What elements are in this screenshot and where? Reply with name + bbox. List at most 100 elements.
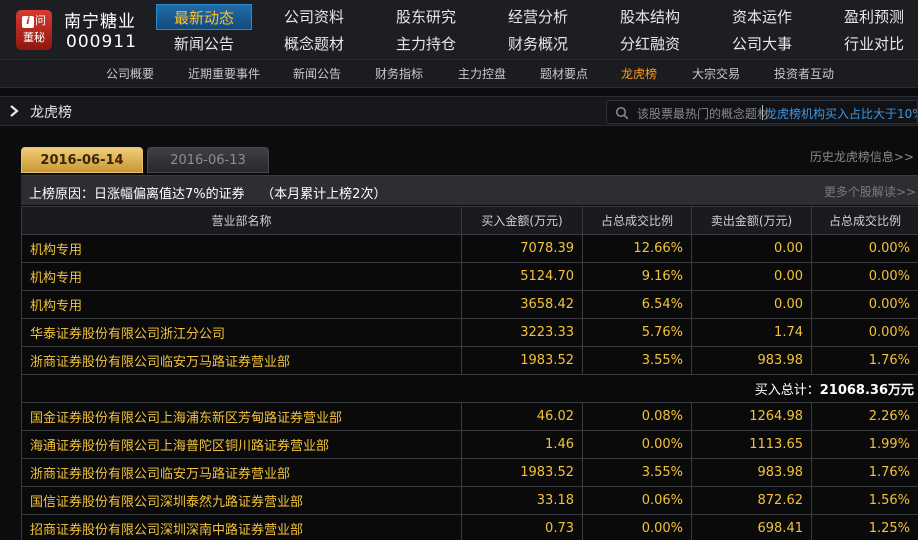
cell-branch[interactable]: 浙商证券股份有限公司临安万马路证券营业部 [21,458,462,487]
dragon-tiger-table: 营业部名称 买入金额(万元) 占总成交比例 卖出金额(万元) 占总成交比例 机构… [21,206,918,540]
cell-sell-amount: 1264.98 [691,402,812,431]
stock-code: 000911 [66,32,137,52]
col-header-buy-ratio: 占总成交比例 [582,206,692,235]
cell-buy-amount: 33.18 [461,486,583,515]
table-header-row: 营业部名称 买入金额(万元) 占总成交比例 卖出金额(万元) 占总成交比例 [21,206,918,235]
nav-business-analysis[interactable]: 经营分析 [490,4,586,30]
tab-date-2016-06-14[interactable]: 2016-06-14 [21,147,143,173]
nav-shareholder-research[interactable]: 股东研究 [378,4,474,30]
nav-main-holdings[interactable]: 主力持仓 [378,31,474,57]
nav-latest-news[interactable]: 最新动态 [156,4,252,30]
nav-profit-forecast[interactable]: 盈利预测 [826,4,918,30]
table-row[interactable]: 机构专用 7078.39 12.66% 0.00 0.00% [21,234,918,263]
cell-sell-amount: 698.41 [691,514,812,540]
cell-sell-amount: 0.00 [691,290,812,319]
logo-line1: i问 [16,12,52,30]
nav-concepts[interactable]: 概念题材 [266,31,362,57]
history-dragon-tiger-link[interactable]: 历史龙虎榜信息>> [810,148,914,165]
cell-branch[interactable]: 海通证券股份有限公司上海普陀区铜川路证券营业部 [21,430,462,459]
app-root: i问 董秘 南宁糖业 000911 最新动态 公司资料 股东研究 经营分析 股本… [0,0,918,540]
nav-dividend-financing[interactable]: 分红融资 [602,31,698,57]
cell-sell-ratio: 1.25% [811,514,918,540]
cell-sell-amount: 983.98 [691,346,812,375]
nav-capital-operation[interactable]: 资本运作 [714,4,810,30]
nav-announcements[interactable]: 新闻公告 [156,31,252,57]
info-icon: i [22,16,34,28]
cell-branch[interactable]: 国信证券股份有限公司深圳泰然九路证券营业部 [21,486,462,515]
table-row[interactable]: 浙商证券股份有限公司临安万马路证券营业部 1983.52 3.55% 983.9… [21,458,918,487]
section-header: 龙虎榜 该股票最热门的概念题材 龙虎榜机构买入占比大于10% [0,96,918,126]
search-suggestion[interactable]: 龙虎榜机构买入占比大于10% [765,105,917,122]
more-stock-analysis-link[interactable]: 更多个股解读>> [824,183,916,200]
cell-sell-ratio: 2.26% [811,402,918,431]
cell-sell-amount: 872.62 [691,486,812,515]
subnav-investor-interaction[interactable]: 投资者互动 [774,60,834,88]
cell-sell-ratio: 0.00% [811,318,918,347]
sub-nav: 公司概要 近期重要事件 新闻公告 财务指标 主力控盘 题材要点 龙虎榜 大宗交易… [0,60,918,88]
top-header: i问 董秘 南宁糖业 000911 最新动态 公司资料 股东研究 经营分析 股本… [0,0,918,60]
cell-buy-ratio: 0.00% [582,430,692,459]
cell-branch[interactable]: 华泰证券股份有限公司浙江分公司 [21,318,462,347]
cell-sell-ratio: 0.00% [811,262,918,291]
cell-buy-ratio: 12.66% [582,234,692,263]
subnav-main-control[interactable]: 主力控盘 [458,60,506,88]
search-input[interactable]: 该股票最热门的概念题材 龙虎榜机构买入占比大于10% [606,100,918,124]
nav-financial-overview[interactable]: 财务概况 [490,31,586,57]
section-title: 龙虎榜 [30,105,72,121]
subnav-financial-indicators[interactable]: 财务指标 [375,60,423,88]
table-row[interactable]: 招商证券股份有限公司深圳深南中路证券营业部 0.73 0.00% 698.41 … [21,514,918,540]
search-icon[interactable] [615,105,629,120]
table-row[interactable]: 浙商证券股份有限公司临安万马路证券营业部 1983.52 3.55% 983.9… [21,346,918,375]
cell-buy-ratio: 0.08% [582,402,692,431]
table-row[interactable]: 华泰证券股份有限公司浙江分公司 3223.33 5.76% 1.74 0.00% [21,318,918,347]
cell-buy-ratio: 3.55% [582,346,692,375]
cell-buy-amount: 5124.70 [461,262,583,291]
subnav-company-overview[interactable]: 公司概要 [106,60,154,88]
reason-text: 日涨幅偏离值达7%的证券 [94,187,245,202]
cell-buy-amount: 1983.52 [461,458,583,487]
cell-branch[interactable]: 招商证券股份有限公司深圳深南中路证券营业部 [21,514,462,540]
cell-buy-amount: 46.02 [461,402,583,431]
table-row[interactable]: 机构专用 3658.42 6.54% 0.00 0.00% [21,290,918,319]
cell-branch[interactable]: 机构专用 [21,290,462,319]
buy-total-row: 买入总计：21068.36万元 [21,374,918,403]
cell-sell-ratio: 0.00% [811,234,918,263]
table-row[interactable]: 机构专用 5124.70 9.16% 0.00 0.00% [21,262,918,291]
cell-sell-ratio: 0.00% [811,290,918,319]
table-row[interactable]: 国金证券股份有限公司上海浦东新区芳甸路证券营业部 46.02 0.08% 126… [21,402,918,431]
stock-name: 南宁糖业 [64,12,136,32]
subnav-announcements[interactable]: 新闻公告 [293,60,341,88]
cell-buy-amount: 1.46 [461,430,583,459]
subnav-theme-points[interactable]: 题材要点 [540,60,588,88]
cell-sell-amount: 0.00 [691,262,812,291]
nav-company-events[interactable]: 公司大事 [714,31,810,57]
cell-branch[interactable]: 机构专用 [21,262,462,291]
cell-buy-ratio: 6.54% [582,290,692,319]
tab-date-2016-06-13[interactable]: 2016-06-13 [147,147,269,173]
reason-label: 上榜原因： [29,187,95,202]
nav-company-profile[interactable]: 公司资料 [266,4,362,30]
cell-sell-ratio: 1.56% [811,486,918,515]
cell-sell-amount: 983.98 [691,458,812,487]
cell-branch[interactable]: 机构专用 [21,234,462,263]
nav-capital-structure[interactable]: 股本结构 [602,4,698,30]
cell-sell-ratio: 1.76% [811,346,918,375]
table-row[interactable]: 国信证券股份有限公司深圳泰然九路证券营业部 33.18 0.06% 872.62… [21,486,918,515]
col-header-branch: 营业部名称 [21,206,462,235]
subnav-block-trade[interactable]: 大宗交易 [692,60,740,88]
subnav-recent-events[interactable]: 近期重要事件 [188,60,260,88]
cell-buy-ratio: 9.16% [582,262,692,291]
table-row[interactable]: 海通证券股份有限公司上海普陀区铜川路证券营业部 1.46 0.00% 1113.… [21,430,918,459]
cell-buy-ratio: 3.55% [582,458,692,487]
ask-secretary-logo[interactable]: i问 董秘 [16,10,52,50]
subnav-dragon-tiger[interactable]: 龙虎榜 [621,60,657,88]
cell-buy-amount: 0.73 [461,514,583,540]
cell-branch[interactable]: 浙商证券股份有限公司临安万马路证券营业部 [21,346,462,375]
nav-industry-compare[interactable]: 行业对比 [826,31,918,57]
col-header-sell-ratio: 占总成交比例 [811,206,918,235]
cell-sell-ratio: 1.99% [811,430,918,459]
logo-line2: 董秘 [23,31,45,44]
cell-buy-amount: 1983.52 [461,346,583,375]
search-caret [762,105,763,120]
cell-branch[interactable]: 国金证券股份有限公司上海浦东新区芳甸路证券营业部 [21,402,462,431]
